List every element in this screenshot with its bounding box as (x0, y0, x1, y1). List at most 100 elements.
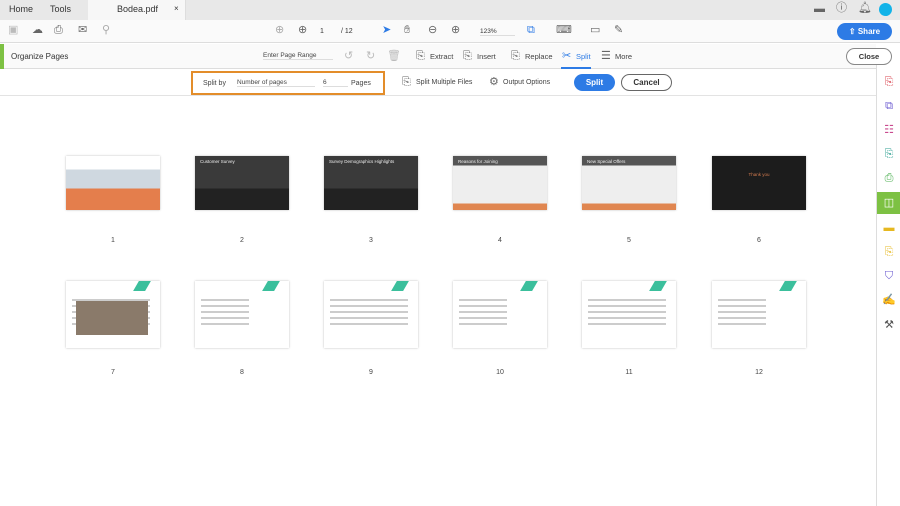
page-thumbnail-title: Thank you (748, 172, 770, 177)
replace-button[interactable]: Replace (525, 52, 553, 61)
export-pdf-icon[interactable]: ⎘ (877, 143, 900, 165)
page-thumbnail[interactable] (66, 281, 160, 348)
page-thumbnail[interactable] (582, 281, 676, 348)
page-number-label: 1 (111, 237, 115, 244)
organize-accent-bar (0, 44, 4, 69)
page-number-label: 7 (111, 369, 115, 376)
split-by-dropdown[interactable]: Number of pages (237, 79, 315, 87)
print-icon[interactable]: ⎙ (54, 25, 63, 36)
cancel-button[interactable]: Cancel (621, 74, 672, 91)
share-button[interactable]: ⇧ Share (837, 23, 892, 40)
split-by-group: Split by Number of pages 6 Pages (191, 71, 385, 95)
page-thumbnail-title: New Special Offers (587, 159, 626, 164)
page-count-input[interactable]: 6 (323, 79, 348, 87)
page-thumbnail[interactable] (324, 281, 418, 348)
page-total: / 12 (341, 28, 353, 35)
comment-tool-icon[interactable]: ▬ (877, 217, 900, 239)
page-thumbnail[interactable] (66, 156, 160, 210)
replace-icon[interactable]: ⎘ (511, 51, 520, 62)
split-button[interactable]: Split (574, 74, 615, 91)
previous-page-icon[interactable]: ⊕ (275, 25, 284, 36)
extract-icon[interactable]: ⎘ (416, 51, 425, 62)
output-options-button[interactable]: Output Options (503, 79, 550, 86)
page-number-input[interactable]: 1 (320, 28, 324, 35)
tab-home[interactable]: Home (9, 4, 33, 14)
zoom-select[interactable]: 123% (480, 28, 515, 36)
scan-icon[interactable]: ⎙ (877, 167, 900, 189)
split-multiple-files-button[interactable]: Split Multiple Files (416, 79, 472, 86)
organize-title: Organize Pages (11, 52, 69, 61)
pen-icon[interactable]: ✎ (614, 25, 623, 36)
page-number-label: 6 (757, 237, 761, 244)
help-icon[interactable]: ⓘ (836, 3, 847, 14)
page-thumbnail[interactable]: New Special Offers (582, 156, 676, 210)
page-thumbnail[interactable]: Thank you (712, 156, 806, 210)
page-number-label: 10 (496, 369, 504, 376)
undo-icon[interactable]: ↺ (344, 51, 353, 62)
right-tool-panel: ⎘ ⧉ ☷ ⎘ ⎙ ◫ ▬ ⎘ ⛉ ✍ ⚒ (876, 65, 900, 506)
more-button[interactable]: More (615, 52, 632, 61)
page-thumbnail-title: Customer Survey (200, 159, 235, 164)
close-button[interactable]: Close (846, 48, 892, 65)
share-label: Share (857, 27, 881, 36)
extract-button[interactable]: Extract (430, 52, 453, 61)
split-multiple-icon[interactable]: ⎘ (402, 77, 411, 88)
split-options-bar: Split by Number of pages 6 Pages ⎘ Split… (0, 70, 876, 96)
page-thumbnail[interactable]: Survey Demographics Highlights (324, 156, 418, 210)
search-icon[interactable]: ⚲ (102, 25, 110, 36)
page-number-label: 4 (498, 237, 502, 244)
tab-document[interactable]: Bodea.pdf × (88, 0, 186, 20)
split-tool-button[interactable]: Split (576, 52, 591, 61)
insert-button[interactable]: Insert (477, 52, 496, 61)
page-thumbnail[interactable]: Reasons for Joining (453, 156, 547, 210)
page-thumbnail[interactable] (195, 281, 289, 348)
page-number-label: 5 (627, 237, 631, 244)
tab-bar: Home Tools Bodea.pdf × ▬ ⓘ 🔔︎ (0, 0, 900, 20)
insert-icon[interactable]: ⎘ (463, 51, 472, 62)
close-tab-icon[interactable]: × (174, 4, 179, 13)
scissors-icon[interactable]: ✂ (562, 51, 571, 62)
page-thumbnail[interactable] (712, 281, 806, 348)
save-icon[interactable]: ▣ (8, 25, 18, 36)
page-number-label: 11 (625, 369, 633, 376)
page-range-input[interactable]: Enter Page Range (263, 52, 333, 60)
edit-pdf-icon[interactable]: ☷ (877, 119, 900, 141)
upload-cloud-icon[interactable]: ☁ (32, 25, 43, 36)
document-tab-label: Bodea.pdf (117, 4, 159, 14)
organize-pages-icon[interactable]: ◫ (877, 192, 900, 214)
zoom-out-icon[interactable]: ⊖ (428, 25, 437, 36)
page-number-label: 2 (240, 237, 244, 244)
page-thumbnail[interactable]: Customer Survey (195, 156, 289, 210)
pages-label: Pages (351, 80, 371, 87)
page-thumbnail[interactable] (453, 281, 547, 348)
avatar[interactable] (879, 3, 892, 16)
gear-icon[interactable]: ⚙ (489, 77, 499, 88)
tab-tools[interactable]: Tools (50, 4, 71, 14)
page-fit-icon[interactable]: ⧉ (527, 25, 535, 36)
more-icon[interactable]: ☰ (601, 51, 611, 62)
zoom-in-icon[interactable]: ⊕ (451, 25, 460, 36)
email-icon[interactable]: ✉ (78, 25, 87, 36)
redo-icon[interactable]: ↻ (366, 51, 375, 62)
protect-shield-icon[interactable]: ⛉ (877, 265, 900, 287)
create-pdf-icon[interactable]: ⎘ (877, 71, 900, 93)
chat-icon[interactable]: ▬ (814, 4, 825, 15)
organize-pages-bar: Organize Pages Enter Page Range ↺ ↻ 🗑︎ ⎘… (0, 44, 892, 69)
page-thumbnail-title: Reasons for Joining (458, 159, 498, 164)
select-cursor-icon[interactable]: ➤ (382, 25, 391, 36)
keyboard-scroll-icon[interactable]: ⌨ (556, 25, 572, 36)
sign-pen-icon[interactable]: ✍ (877, 289, 900, 311)
bell-icon[interactable]: 🔔︎ (858, 3, 872, 14)
next-page-icon[interactable]: ⊕ (298, 25, 307, 36)
hand-icon[interactable]: ✋︎ (404, 25, 410, 36)
page-number-label: 9 (369, 369, 373, 376)
fill-sign-icon[interactable]: ⎘ (877, 241, 900, 263)
comment-icon[interactable]: ▭ (590, 25, 600, 36)
combine-files-icon[interactable]: ⧉ (877, 95, 900, 117)
page-number-label: 3 (369, 237, 373, 244)
page-thumbnail-title: Survey Demographics Highlights (329, 159, 395, 164)
delete-icon[interactable]: 🗑︎ (387, 51, 401, 62)
toolbar: ▣ ☁ ⎙ ✉ ⚲ ⊕ ⊕ 1 / 12 ➤ ✋︎ ⊖ ⊕ 123% ⧉ ⌨ ▭… (0, 20, 900, 43)
split-active-underline (561, 67, 591, 69)
more-tools-icon[interactable]: ⚒ (877, 314, 900, 336)
